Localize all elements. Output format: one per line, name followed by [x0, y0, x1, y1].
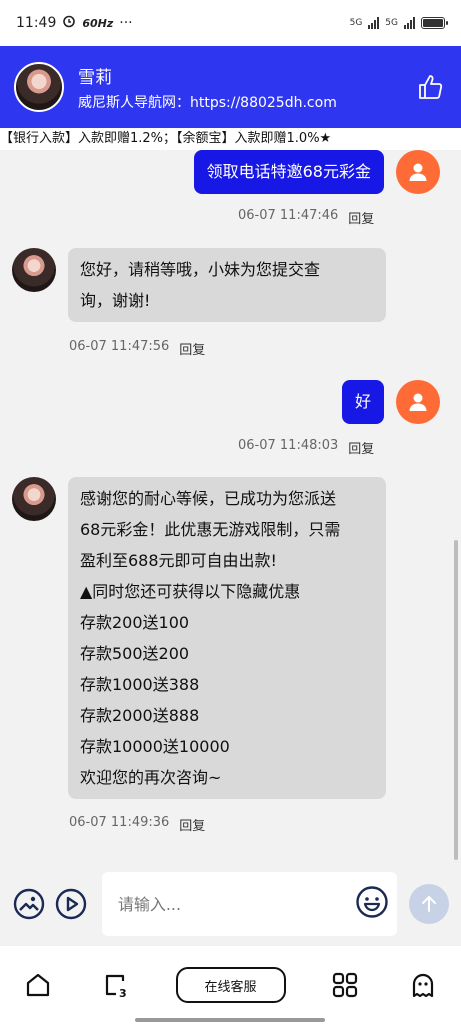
emoji-icon[interactable]	[355, 885, 389, 923]
message-in: 感谢您的耐心等候，已成功为您派送 68元彩金！此优惠无游戏限制，只需 盈利至68…	[12, 477, 386, 799]
arrow-up-icon	[422, 896, 437, 912]
alarm-icon	[62, 14, 76, 32]
svg-text:3: 3	[119, 987, 127, 999]
message-bubble-out: 领取电话特邀68元彩金	[193, 150, 384, 194]
message-line: 存款200送100	[80, 613, 190, 632]
message-time: 06-07 11:48:03	[238, 438, 339, 453]
reply-link[interactable]: 回复	[179, 815, 205, 834]
scrollbar[interactable]	[454, 540, 458, 860]
ghost-profile-icon[interactable]	[405, 967, 441, 1003]
message-meta: 06-07 11:48:03 回复	[238, 438, 374, 457]
message-time: 06-07 11:47:56	[69, 339, 170, 354]
signal-label-1: 5G	[349, 18, 363, 28]
message-line: 存款1000送388	[80, 675, 200, 694]
more-dots: ···	[119, 15, 133, 31]
message-out: 好	[341, 380, 440, 424]
message-input[interactable]	[117, 894, 356, 914]
agent-avatar	[14, 62, 64, 112]
online-service-button[interactable]: 在线客服	[175, 967, 286, 1003]
signal-icon-2	[404, 17, 415, 29]
battery-icon	[421, 17, 448, 29]
input-bar	[0, 862, 461, 946]
chat-area[interactable]: 领取电话特邀68元彩金 06-07 11:47:46 回复 您好，请稍等哦，小妹…	[0, 150, 461, 862]
user-avatar	[396, 380, 440, 424]
message-in: 您好，请稍等哦，小妹为您提交查 询，谢谢!	[12, 248, 386, 322]
message-line: 存款10000送10000	[80, 737, 230, 756]
agent-subtitle: 威尼斯人导航网：https://88025dh.com	[78, 94, 337, 111]
agent-avatar	[12, 248, 56, 292]
message-line: 欢迎您的再次咨询~	[80, 768, 222, 787]
reply-link[interactable]: 回复	[179, 339, 205, 358]
message-bubble-out: 好	[341, 380, 384, 424]
thumbs-up-icon[interactable]	[413, 70, 447, 104]
user-avatar	[396, 150, 440, 194]
reply-link[interactable]: 回复	[348, 208, 374, 227]
message-line: 存款2000送888	[80, 706, 200, 725]
message-bubble-in: 感谢您的耐心等候，已成功为您派送 68元彩金！此优惠无游戏限制，只需 盈利至68…	[68, 477, 386, 799]
message-line: ▲同时您还可获得以下隐藏优惠	[80, 582, 301, 601]
agent-avatar	[12, 477, 56, 521]
chat-header: 雪莉 威尼斯人导航网：https://88025dh.com	[0, 46, 461, 128]
message-input-container[interactable]	[101, 872, 398, 936]
message-out: 领取电话特邀68元彩金	[193, 150, 440, 194]
reply-link[interactable]: 回复	[348, 438, 374, 457]
announcement-marquee: 【银行入款】入款即赠1.2%；【余额宝】入款即赠1.0%★	[0, 128, 461, 150]
video-icon[interactable]	[54, 887, 88, 921]
agent-name: 雪莉	[78, 67, 112, 88]
home-indicator[interactable]	[135, 1018, 325, 1022]
message-time: 06-07 11:49:36	[69, 815, 170, 830]
send-button[interactable]	[409, 884, 449, 924]
signal-label-2: 5G	[385, 18, 398, 28]
bottom-nav: 3 在线客服	[0, 946, 461, 1024]
message-meta: 06-07 11:49:36 回复	[69, 815, 205, 834]
image-icon[interactable]	[12, 887, 46, 921]
home-icon[interactable]	[20, 967, 56, 1003]
message-meta: 06-07 11:47:46 回复	[238, 208, 374, 227]
message-line: 您好，请稍等哦，小妹为您提交查	[80, 260, 321, 279]
refresh-rate-label: 60Hz	[82, 16, 114, 30]
message-line: 68元彩金！此优惠无游戏限制，只需	[80, 520, 341, 539]
message-time: 06-07 11:47:46	[238, 208, 339, 223]
recent-tabs-icon[interactable]: 3	[98, 967, 134, 1003]
message-line: 感谢您的耐心等候，已成功为您派送	[80, 489, 337, 508]
signal-icon	[368, 17, 380, 29]
message-line: 存款500送200	[80, 644, 190, 663]
message-line: 询，谢谢!	[80, 291, 151, 310]
message-line: 盈利至688元即可自由出款!	[80, 551, 277, 570]
message-bubble-in: 您好，请稍等哦，小妹为您提交查 询，谢谢!	[68, 248, 386, 322]
apps-grid-icon[interactable]	[327, 967, 363, 1003]
status-time: 11:49	[16, 15, 57, 31]
status-bar: 11:49 60Hz ··· 5G 5G	[0, 0, 461, 46]
message-meta: 06-07 11:47:56 回复	[69, 339, 205, 358]
